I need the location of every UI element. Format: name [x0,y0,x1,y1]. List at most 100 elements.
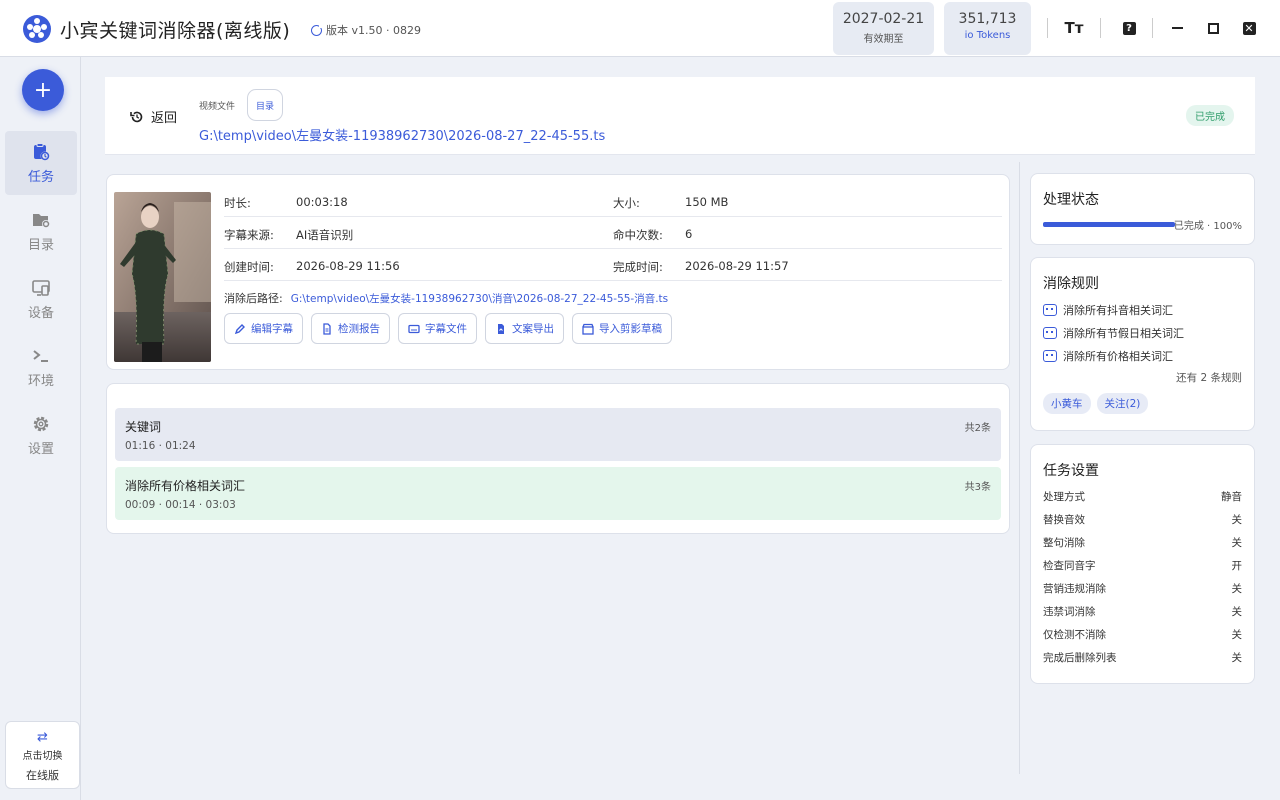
setting-row: 替换音效 关 [1043,512,1242,527]
back-label: 返回 [151,111,178,126]
hit-count-label: 命中次数: [613,228,663,242]
app-logo-icon [23,15,51,43]
size-value: 150 MB [685,195,729,209]
divider [1152,18,1153,38]
setting-label: 违禁词消除 [1043,606,1096,618]
maximize-icon [1207,22,1219,34]
column-divider [1019,162,1020,774]
button-label: 导入剪影草稿 [599,323,662,335]
video-thumbnail[interactable] [114,192,211,362]
export-text-button[interactable]: 文案导出 [485,313,564,344]
setting-row: 违禁词消除 关 [1043,604,1242,619]
setting-row: 检查同音字 开 [1043,558,1242,573]
subtitle-source-value: AI语音识别 [296,228,354,242]
output-path-link[interactable]: G:\temp\video\左曼女装-11938962730\消音\2026-0… [291,293,668,305]
list-item[interactable]: 关键词 共2条 01:16 · 01:24 [115,408,1001,461]
help-icon: ? [1122,21,1136,35]
sidebar-item-label: 任务 [27,169,54,185]
add-task-button[interactable]: + [22,69,64,111]
subtitle-file-button[interactable]: 字幕文件 [398,313,477,344]
setting-label: 营销违规消除 [1043,583,1106,595]
button-label: 文案导出 [512,323,554,335]
subtitle-icon [408,324,420,333]
tag[interactable]: 小黄车 [1043,393,1091,414]
sidebar-item-environment[interactable]: 环境 [5,335,77,399]
file-path-link[interactable]: G:\temp\video\左曼女装-11938962730\2026-08-2… [199,125,605,144]
font-size-button[interactable]: Tт [1062,16,1086,40]
device-icon [32,279,50,296]
size-label: 大小: [613,196,640,210]
panel-title: 任务设置 [1043,463,1099,479]
setting-value: 关 [1231,537,1243,549]
help-button[interactable]: ? [1117,16,1141,40]
app-title: 小宾关键词消除器(离线版) [60,20,291,42]
close-button[interactable]: ✕ [1237,16,1261,40]
hit-title: 消除所有价格相关词汇 [125,479,246,493]
sidebar-item-directory[interactable]: 目录 [5,199,77,263]
back-icon [130,111,143,122]
rule-item: 消除所有抖音相关词汇 [1043,302,1173,318]
divider [1047,18,1048,38]
hit-title: 关键词 [125,420,162,434]
title-bar: 小宾关键词消除器(离线版) 版本 v1.50 · 0829 2027-02-21… [0,0,1280,57]
setting-label: 整句消除 [1043,537,1085,549]
duration-value: 00:03:18 [296,195,348,209]
tokens-label-text: Tokens [976,30,1011,41]
report-button[interactable]: 检测报告 [311,313,390,344]
setting-value: 关 [1231,652,1243,664]
setting-row: 整句消除 关 [1043,535,1242,550]
created-time-value: 2026-08-29 11:56 [296,259,400,273]
setting-value: 开 [1231,560,1243,572]
status-panel: 处理状态 已完成 · 100% [1030,173,1255,245]
hit-count-value: 6 [685,227,693,241]
minimize-icon [1171,27,1183,29]
setting-label: 替换音效 [1043,514,1085,526]
action-buttons: 编辑字幕 检测报告 字幕文件 文案导出 导入剪影草稿 [224,313,672,344]
button-label: 编辑字幕 [251,323,293,335]
tokens-io-icon: io [964,30,977,41]
document-icon [323,322,331,335]
tag[interactable]: 关注(2) [1096,393,1149,414]
output-path-label: 消除后路径: [224,292,283,305]
sidebar-item-label: 设置 [27,441,54,457]
sidebar-item-settings[interactable]: 设置 [5,403,77,467]
info-row: 创建时间: 2026-08-29 11:56 完成时间: 2026-08-29 … [224,249,1002,281]
created-time-label: 创建时间: [224,260,274,274]
sidebar-item-tasks[interactable]: 任务 [5,131,77,195]
task-settings-panel: 任务设置 处理方式 静音 替换音效关 整句消除关 检查同音字开 营销违规消除关 违… [1030,444,1255,684]
pencil-icon [234,323,245,334]
rule-label: 消除所有价格相关词汇 [1063,350,1173,363]
rule-label: 消除所有抖音相关词汇 [1063,304,1173,317]
hit-count: 共2条 [964,423,991,434]
task-icon [34,142,50,160]
expire-value: 2027-02-21 [842,11,925,27]
button-label: 检测报告 [338,323,380,335]
subtitle-source-label: 字幕来源: [224,228,274,242]
minimize-button[interactable] [1165,16,1189,40]
expire-box: 2027-02-21 有效期至 [833,2,934,55]
robot-icon [1043,304,1057,316]
setting-row: 营销违规消除 关 [1043,581,1242,596]
rule-item: 消除所有节假日相关词汇 [1043,325,1184,341]
switch-online-button[interactable]: ⇄ 点击切换 在线版 [5,721,80,789]
list-item[interactable]: 消除所有价格相关词汇 共3条 00:09 · 00:14 · 03:03 [115,467,1001,520]
setting-value: 关 [1231,583,1243,595]
rule-item: 消除所有价格相关词汇 [1043,348,1173,364]
panel-title: 消除规则 [1043,276,1099,292]
back-button[interactable]: 返回 [129,107,177,126]
folder-gear-icon [33,213,50,228]
setting-label: 处理方式 [1043,491,1085,503]
sidebar-item-label: 目录 [27,237,54,253]
maximize-button[interactable] [1201,16,1225,40]
setting-value: 关 [1231,514,1243,526]
edit-subtitle-button[interactable]: 编辑字幕 [224,313,303,344]
setting-value: 静音 [1221,491,1242,503]
sidebar-item-device[interactable]: 设备 [5,267,77,331]
open-directory-button[interactable]: 目录 [247,89,283,121]
import-draft-button[interactable]: 导入剪影草稿 [572,313,672,344]
tokens-box: 351,713 io Tokens [944,2,1031,55]
more-rules-text[interactable]: 还有 2 条规则 [1176,370,1242,385]
setting-label: 检查同音字 [1043,560,1096,572]
sidebar-item-label: 环境 [27,373,54,389]
version-info: 版本 v1.50 · 0829 [311,22,421,38]
